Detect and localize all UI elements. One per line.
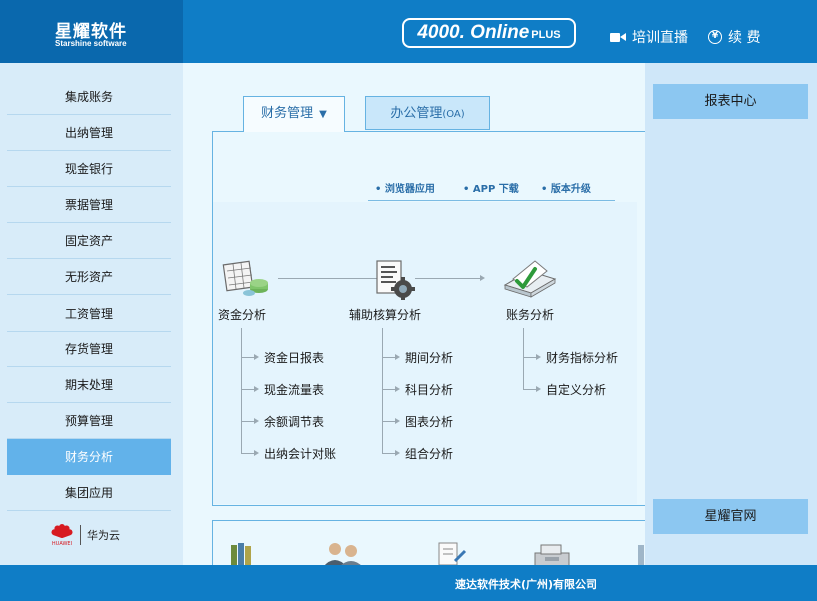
arrow-right-icon bbox=[536, 386, 541, 392]
tree-connector bbox=[241, 421, 255, 422]
ledger-check-icon[interactable] bbox=[501, 257, 557, 299]
partner-name: 华为云 bbox=[87, 529, 120, 542]
tree-connector bbox=[382, 453, 396, 454]
tab-oa-suffix: (OA) bbox=[442, 109, 465, 120]
link-cash-flow-statement[interactable]: 现金流量表 bbox=[264, 381, 324, 398]
huawei-cloud-logo[interactable]: HUAWEI 华为云 bbox=[50, 523, 120, 547]
report-center-button[interactable]: 报表中心 bbox=[653, 84, 808, 119]
arrow-right-icon bbox=[254, 354, 259, 360]
arrow-right-icon bbox=[254, 450, 259, 456]
sidebar-item-group[interactable]: 集团应用 bbox=[7, 476, 171, 511]
secondary-panel bbox=[212, 520, 645, 567]
product-plus: PLUS bbox=[531, 29, 561, 41]
link-cashier-reconciliation[interactable]: 出纳会计对账 bbox=[264, 445, 336, 462]
fund-chart-icon[interactable] bbox=[221, 259, 271, 301]
link-combination-analysis[interactable]: 组合分析 bbox=[405, 445, 453, 462]
yen-coin-icon: ¥ bbox=[708, 30, 722, 44]
sidebar-item-inventory[interactable]: 存货管理 bbox=[7, 332, 171, 367]
tree-connector bbox=[241, 453, 255, 454]
link-account-analysis[interactable]: 科目分析 bbox=[405, 381, 453, 398]
sidebar-item-cash-bank[interactable]: 现金银行 bbox=[7, 152, 171, 187]
cash-register-icon[interactable] bbox=[531, 541, 575, 567]
sidebar-item-budget[interactable]: 预算管理 bbox=[7, 404, 171, 439]
tab-office-management[interactable]: 办公管理(OA) bbox=[365, 96, 490, 130]
tab-finance-label: 财务管理 bbox=[261, 106, 314, 121]
tree-connector bbox=[241, 357, 255, 358]
official-site-button[interactable]: 星耀官网 bbox=[653, 499, 808, 534]
partial-icon bbox=[638, 545, 644, 567]
binders-icon[interactable] bbox=[229, 541, 257, 567]
users-icon[interactable] bbox=[321, 541, 365, 567]
flow-connector bbox=[278, 278, 378, 279]
renew-link[interactable]: ¥ 续 费 bbox=[708, 27, 760, 47]
huawei-logo-icon: HUAWEI bbox=[50, 523, 74, 547]
node-aux-analysis[interactable]: 辅助核算分析 bbox=[349, 306, 421, 323]
arrow-right-icon bbox=[395, 354, 400, 360]
live-training-link[interactable]: 培训直播 bbox=[610, 27, 688, 47]
top-header: 星耀软件 Starshine software 4000. Online PLUS… bbox=[0, 0, 817, 63]
sidebar-item-integrated-accounting[interactable]: 集成账务 bbox=[7, 80, 171, 115]
huawei-brand: HUAWEI bbox=[51, 541, 73, 547]
tab-oa-label: 办公管理 bbox=[390, 106, 443, 121]
document-gear-icon[interactable] bbox=[371, 259, 421, 301]
right-panel: 报表中心 星耀官网 bbox=[645, 63, 817, 565]
sidebar-item-intangible-assets[interactable]: 无形资产 bbox=[7, 260, 171, 295]
renew-label: 续 费 bbox=[728, 30, 761, 46]
tree-connector bbox=[382, 328, 383, 454]
arrow-right-icon bbox=[395, 418, 400, 424]
logo-english: Starshine software bbox=[55, 39, 127, 48]
arrow-right-icon bbox=[395, 386, 400, 392]
document-tools-icon[interactable] bbox=[435, 541, 469, 567]
arrow-right-icon bbox=[395, 450, 400, 456]
link-financial-indicator-analysis[interactable]: 财务指标分析 bbox=[546, 349, 618, 366]
sidebar-item-cashier[interactable]: 出纳管理 bbox=[7, 116, 171, 151]
video-camera-icon bbox=[610, 32, 626, 43]
tab-finance-management[interactable]: 财务管理 ▼ bbox=[243, 96, 345, 132]
sidebar-item-bills[interactable]: 票据管理 bbox=[7, 188, 171, 223]
tree-connector bbox=[382, 357, 396, 358]
tree-connector bbox=[382, 421, 396, 422]
tree-connector bbox=[523, 328, 524, 390]
link-period-analysis[interactable]: 期间分析 bbox=[405, 349, 453, 366]
arrow-right-icon bbox=[254, 386, 259, 392]
arrow-right-icon bbox=[480, 275, 485, 281]
arrow-right-icon bbox=[254, 418, 259, 424]
logo[interactable]: 星耀软件 Starshine software bbox=[0, 0, 183, 63]
arrow-right-icon bbox=[536, 354, 541, 360]
tree-connector bbox=[523, 389, 537, 390]
sidebar-item-financial-analysis[interactable]: 财务分析 bbox=[7, 439, 171, 475]
flow-connector bbox=[415, 278, 481, 279]
app-download-link[interactable]: • APP 下载 bbox=[463, 180, 519, 195]
link-chart-analysis[interactable]: 图表分析 bbox=[405, 413, 453, 430]
footer: 速达软件技术(广州)有限公司 bbox=[0, 565, 817, 601]
tree-connector bbox=[241, 328, 242, 454]
tree-connector bbox=[523, 357, 537, 358]
product-name: 4000. Online bbox=[417, 22, 530, 43]
link-daily-fund-report[interactable]: 资金日报表 bbox=[264, 349, 324, 366]
quick-links: • 浏览器应用 • APP 下载 • 版本升级 bbox=[368, 178, 615, 201]
sidebar-item-period-end[interactable]: 期末处理 bbox=[7, 368, 171, 403]
divider bbox=[80, 525, 81, 545]
node-fund-analysis[interactable]: 资金分析 bbox=[218, 306, 266, 323]
company-name: 速达软件技术(广州)有限公司 bbox=[455, 578, 598, 591]
product-badge: 4000. Online PLUS bbox=[402, 18, 576, 48]
sidebar: 集成账务 出纳管理 现金银行 票据管理 固定资产 无形资产 工资管理 存货管理 … bbox=[0, 63, 183, 565]
link-custom-analysis[interactable]: 自定义分析 bbox=[546, 381, 606, 398]
link-balance-reconciliation[interactable]: 余额调节表 bbox=[264, 413, 324, 430]
node-ledger-analysis[interactable]: 账务分析 bbox=[506, 306, 554, 323]
browser-app-link[interactable]: • 浏览器应用 bbox=[375, 180, 435, 195]
live-training-label: 培训直播 bbox=[632, 30, 688, 46]
version-upgrade-link[interactable]: • 版本升级 bbox=[541, 180, 591, 195]
main-content: 财务管理 ▼ 办公管理(OA) • 浏览器应用 • APP 下载 • 版本升级 资… bbox=[183, 63, 645, 567]
sidebar-item-fixed-assets[interactable]: 固定资产 bbox=[7, 224, 171, 259]
tree-connector bbox=[382, 389, 396, 390]
sidebar-item-payroll[interactable]: 工资管理 bbox=[7, 297, 171, 332]
tree-connector bbox=[241, 389, 255, 390]
dropdown-triangle-icon: ▼ bbox=[319, 109, 327, 120]
